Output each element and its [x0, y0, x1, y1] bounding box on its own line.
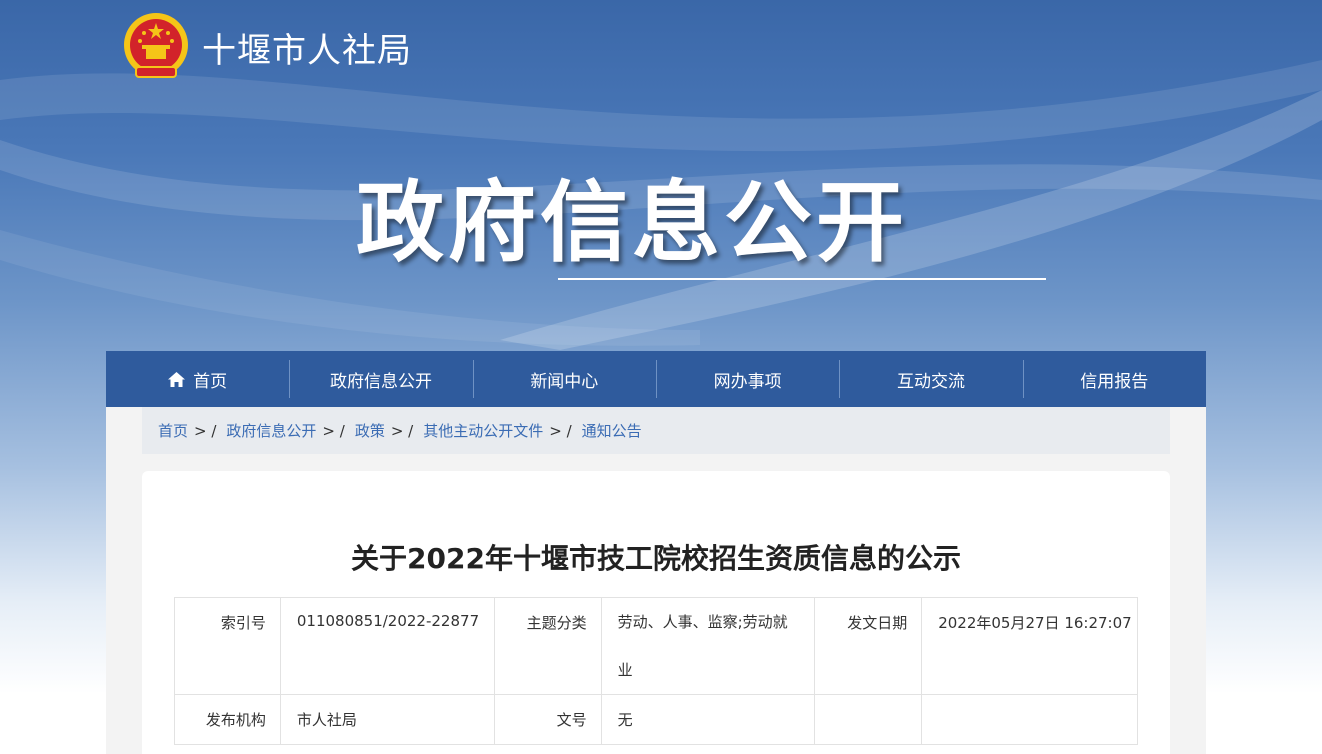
meta-empty-cell [921, 694, 1138, 745]
breadcrumb-gov-info[interactable]: 政府信息公开 [226, 420, 316, 441]
meta-index-label: 索引号 [174, 597, 281, 695]
breadcrumb-separator: > / [549, 421, 572, 440]
meta-row: 索引号 011080851/2022-22877 主题分类 劳动、人事、监察;劳… [174, 597, 1138, 695]
meta-publisher-label: 发布机构 [174, 694, 281, 745]
article-meta-table: 索引号 011080851/2022-22877 主题分类 劳动、人事、监察;劳… [174, 597, 1138, 745]
meta-index-value: 011080851/2022-22877 [279, 597, 495, 695]
home-icon [168, 371, 186, 387]
hero-title: 政府信息公开 [356, 171, 909, 274]
main-panel: 首页 政府信息公开 新闻中心 网办事项 互动交流 信用报告 首页 > / 政府信… [106, 351, 1206, 754]
breadcrumb-separator: > / [322, 421, 345, 440]
meta-row: 发布机构 市人社局 文号 无 [174, 694, 1138, 745]
meta-docno-value: 无 [600, 694, 816, 745]
article-title: 关于2022年十堰市技工院校招生资质信息的公示 [351, 542, 961, 575]
nav-news[interactable]: 新闻中心 [472, 351, 656, 407]
hero-underline [558, 278, 1046, 280]
breadcrumb-separator: > / [390, 421, 414, 440]
breadcrumb: 首页 > / 政府信息公开 > / 政策 > / 其他主动公开文件 > / 通知… [142, 407, 1170, 454]
nav-interaction[interactable]: 互动交流 [839, 351, 1022, 407]
nav-gov-info[interactable]: 政府信息公开 [289, 351, 472, 407]
meta-subject-label: 主题分类 [493, 597, 602, 695]
main-nav: 首页 政府信息公开 新闻中心 网办事项 互动交流 信用报告 [106, 351, 1206, 407]
breadcrumb-notices[interactable]: 通知公告 [582, 420, 642, 441]
nav-home[interactable]: 首页 [106, 351, 289, 407]
meta-date-value: 2022年05月27日 16:27:07 [921, 597, 1138, 695]
breadcrumb-other-files[interactable]: 其他主动公开文件 [423, 420, 543, 441]
meta-date-label: 发文日期 [814, 597, 923, 695]
breadcrumb-policy[interactable]: 政策 [355, 420, 385, 441]
breadcrumb-separator: > / [194, 421, 217, 440]
meta-publisher-value: 市人社局 [279, 694, 495, 745]
nav-credit-report[interactable]: 信用报告 [1022, 351, 1206, 407]
meta-docno-label: 文号 [493, 694, 602, 745]
national-emblem-icon [124, 13, 188, 78]
meta-subject-cell: 劳动、人事、监察;劳动就业 [600, 597, 816, 695]
article-card: 关于2022年十堰市技工院校招生资质信息的公示 索引号 011080851/20… [142, 471, 1170, 754]
breadcrumb-home[interactable]: 首页 [158, 420, 188, 441]
nav-home-label: 首页 [193, 371, 228, 392]
site-brand[interactable]: 十堰市人社局 [122, 10, 412, 84]
meta-empty-cell [814, 694, 923, 745]
site-name: 十堰市人社局 [202, 30, 412, 71]
meta-subject-value: 劳动、人事、监察;劳动就业 [617, 613, 788, 679]
nav-online-services[interactable]: 网办事项 [655, 351, 839, 407]
